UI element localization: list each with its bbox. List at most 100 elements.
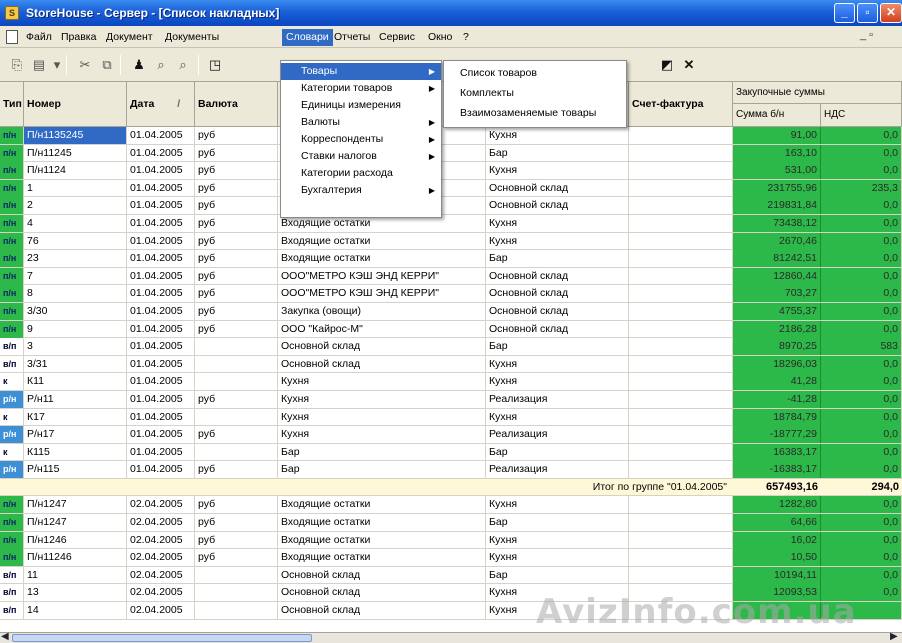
column-header-vat[interactable]: НДС <box>821 104 902 127</box>
table-row[interactable]: п/н П/н1124 01.04.2005 руб Кухня 531,00 0,0 <box>0 162 902 180</box>
cell-date: 01.04.2005 <box>127 426 195 444</box>
table-row[interactable]: п/н 23 01.04.2005 руб Входящие остатки Бар 812… <box>0 250 902 268</box>
cell-sum-no-vat: -16383,17 <box>733 461 821 479</box>
table-row[interactable]: к К17 01.04.2005 Кухня Кухня 18784,79 0,0 <box>0 408 902 427</box>
table-row[interactable]: в/п 11 02.04.2005 Основной склад Бар 10194,11… <box>0 566 902 585</box>
cell-type: р/н <box>0 426 24 444</box>
cell-number: П/н1247 <box>24 496 127 514</box>
table-row[interactable]: р/н Р/н115 01.04.2005 руб Бар Реализация -1638… <box>0 461 902 479</box>
find-icon[interactable]: ⌕ <box>152 56 170 74</box>
dropdown-item[interactable]: Категории товаров ▶ <box>281 80 441 97</box>
cell-vat: 0,0 <box>821 408 902 426</box>
dropdown-item[interactable]: Валюты ▶ <box>281 114 441 131</box>
close-button[interactable]: ✕ <box>880 3 902 23</box>
cell-type: п/н <box>0 144 24 162</box>
column-header-number[interactable]: Номер <box>24 82 127 127</box>
table-row[interactable]: р/н Р/н11 01.04.2005 руб Кухня Реализация -41,… <box>0 390 902 409</box>
cell-date: 01.04.2005 <box>127 144 195 162</box>
cell-invoice <box>629 144 733 162</box>
cut-icon[interactable]: ✂ <box>76 56 94 74</box>
document-icon[interactable] <box>6 30 18 44</box>
cell-sum-no-vat: 10194,11 <box>733 566 821 584</box>
menu-edit[interactable]: Правка <box>57 29 100 46</box>
table-row[interactable]: р/н Р/н17 01.04.2005 руб Кухня Реализация -187… <box>0 426 902 444</box>
dropdown-item[interactable]: Единицы измерения <box>281 97 441 114</box>
table-row[interactable]: к К11 01.04.2005 Кухня Кухня 41,28 0,0 <box>0 373 902 391</box>
menu-reports[interactable]: Отчеты <box>330 29 374 46</box>
watermark: AvizInfo.com.ua <box>536 592 857 632</box>
table-row[interactable]: п/н 2 01.04.2005 руб Основной склад 219831,84… <box>0 197 902 215</box>
dropdown-item[interactable]: Товары ▶ <box>281 63 441 80</box>
menu-help[interactable]: ? <box>459 29 473 46</box>
close-x-icon[interactable]: ✕ <box>680 56 698 74</box>
cell-type: р/н <box>0 461 24 479</box>
paste-special-icon[interactable]: ⧉ <box>98 56 116 74</box>
binoculars-icon[interactable]: ♟ <box>130 56 148 74</box>
cell-recipient: Основной склад <box>486 267 629 285</box>
table-row[interactable]: п/н П/н1246 02.04.2005 руб Входящие остатки К… <box>0 531 902 550</box>
submenu-item[interactable]: Список товаров <box>444 63 626 83</box>
scroll-thumb[interactable] <box>12 634 312 642</box>
paste-icon[interactable]: ▤ <box>30 56 48 74</box>
column-header-type[interactable]: Тип <box>0 82 24 127</box>
menu-file[interactable]: Файл <box>22 29 56 46</box>
menu-service[interactable]: Сервис <box>375 29 419 46</box>
menu-window[interactable]: Окно <box>424 29 456 46</box>
cell-invoice <box>629 514 733 532</box>
maximize-button[interactable]: ▫ <box>857 3 878 23</box>
cell-type: п/н <box>0 179 24 197</box>
dropdown-item-label: Бухгалтерия <box>301 184 362 196</box>
dropdown-item[interactable]: Бухгалтерия ▶ <box>281 182 441 199</box>
table-row[interactable]: п/н П/н11245 01.04.2005 руб Бар 163,10 0,0 <box>0 144 902 163</box>
table-row[interactable]: п/н П/н1135245 01.04.2005 руб Кухня 91,00 0,0 <box>0 127 902 145</box>
cell-supplier: Основной склад <box>278 566 486 584</box>
menu-documents[interactable]: Документы <box>161 29 223 46</box>
table-row[interactable]: п/н 3/30 01.04.2005 руб Закупка (овощи) Основ… <box>0 302 902 321</box>
table-row[interactable]: п/н П/н1247 02.04.2005 руб Входящие остатки К… <box>0 496 902 515</box>
menu-document[interactable]: Документ <box>102 29 157 46</box>
cell-supplier: ООО"МЕТРО КЭШ ЭНД КЕРРИ" <box>278 285 486 303</box>
column-header-date[interactable]: Дата / <box>127 82 195 127</box>
table-row[interactable]: к К115 01.04.2005 Бар Бар 16383,17 0,0 <box>0 443 902 462</box>
column-header-sum-no-vat[interactable]: Сумма б/н <box>733 104 821 127</box>
cell-supplier: Входящие остатки <box>278 250 486 268</box>
menu-dictionaries[interactable]: Словари <box>282 29 333 46</box>
copy-icon[interactable]: ⎘ <box>8 56 26 74</box>
table-row[interactable]: п/н 8 01.04.2005 руб ООО"МЕТРО КЭШ ЭНД КЕРРИ… <box>0 285 902 303</box>
horizontal-scrollbar[interactable]: ◀ ▶ <box>0 631 902 643</box>
properties-icon[interactable]: ◩ <box>658 56 676 74</box>
table-row[interactable]: п/н 4 01.04.2005 руб Входящие остатки Кухня 73… <box>0 214 902 233</box>
cell-invoice <box>629 549 733 567</box>
dropdown-item[interactable]: Категории расхода <box>281 165 441 182</box>
group-total-row[interactable]: Итог по группе "01.04.2005" 657493,16 294,… <box>0 478 902 497</box>
dropdown-item[interactable]: Ставки налогов ▶ <box>281 148 441 165</box>
table-row[interactable]: п/н 76 01.04.2005 руб Входящие остатки Кухня 2… <box>0 232 902 251</box>
column-group-purchase-sums: Закупочные суммы <box>733 82 902 104</box>
submenu-arrow-icon: ▶ <box>428 186 435 195</box>
column-header-currency[interactable]: Валюта <box>195 82 278 127</box>
submenu-item[interactable]: Комплекты <box>444 83 626 103</box>
table-row[interactable]: п/н П/н1247 02.04.2005 руб Входящие остатки Б… <box>0 514 902 532</box>
table-row[interactable]: в/п 3/31 01.04.2005 Основной склад Кухня 1829… <box>0 355 902 374</box>
table-row[interactable]: в/п 3 01.04.2005 Основной склад Бар 8970,25 58… <box>0 338 902 356</box>
mdi-window-controls[interactable]: _ ▫ <box>860 29 873 41</box>
cell-vat: 0,0 <box>821 127 902 144</box>
view-icon[interactable]: ◳ <box>206 56 224 74</box>
cell-supplier: Входящие остатки <box>278 496 486 514</box>
scroll-right-icon[interactable]: ▶ <box>890 631 898 642</box>
dictionaries-dropdown: Товары ▶ Категории товаров ▶ Единицы измерен… <box>280 60 442 218</box>
dropdown-item[interactable]: Корреспонденты ▶ <box>281 131 441 148</box>
find-next-icon[interactable]: ⌕ <box>174 56 192 74</box>
table-row[interactable]: п/н П/н11246 02.04.2005 руб Входящие остатки… <box>0 549 902 567</box>
table-row[interactable]: п/н 7 01.04.2005 руб ООО"МЕТРО КЭШ ЭНД КЕРРИ… <box>0 267 902 286</box>
cell-currency: руб <box>195 549 278 567</box>
group-total-label: Итог по группе "01.04.2005" <box>592 480 727 493</box>
submenu-item[interactable]: Взаимозаменяемые товары <box>444 103 626 123</box>
table-row[interactable]: п/н 1 01.04.2005 руб Основной склад 231755,96… <box>0 179 902 198</box>
table-row[interactable]: п/н 9 01.04.2005 руб ООО "Кайрос-М" Основной … <box>0 320 902 339</box>
cell-supplier: ООО"МЕТРО КЭШ ЭНД КЕРРИ" <box>278 267 486 285</box>
scroll-left-icon[interactable]: ◀ <box>1 631 9 642</box>
column-header-invoice[interactable]: Счет-фактура <box>629 82 733 127</box>
minimize-button[interactable]: _ <box>834 3 855 23</box>
dropdown-icon[interactable]: ▾ <box>48 56 66 74</box>
